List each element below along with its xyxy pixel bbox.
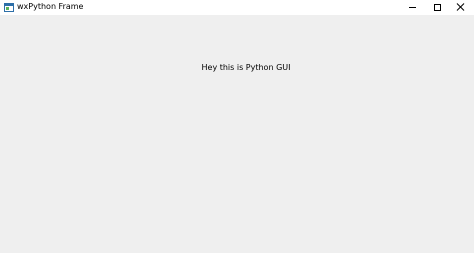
frame-client-area: Hey this is Python GUI: [0, 15, 474, 253]
app-window: wxPython Frame Hey this is Python GUI: [0, 0, 474, 253]
minimize-button[interactable]: [400, 0, 426, 15]
close-button[interactable]: [448, 0, 474, 15]
close-icon: [457, 3, 465, 11]
app-window-icon[interactable]: [4, 3, 14, 12]
static-text-label: Hey this is Python GUI: [201, 63, 291, 72]
maximize-button[interactable]: [424, 0, 450, 15]
window-title: wxPython Frame: [17, 2, 84, 11]
maximize-icon: [434, 4, 441, 11]
minimize-icon: [409, 7, 416, 8]
title-bar[interactable]: wxPython Frame: [0, 0, 474, 15]
